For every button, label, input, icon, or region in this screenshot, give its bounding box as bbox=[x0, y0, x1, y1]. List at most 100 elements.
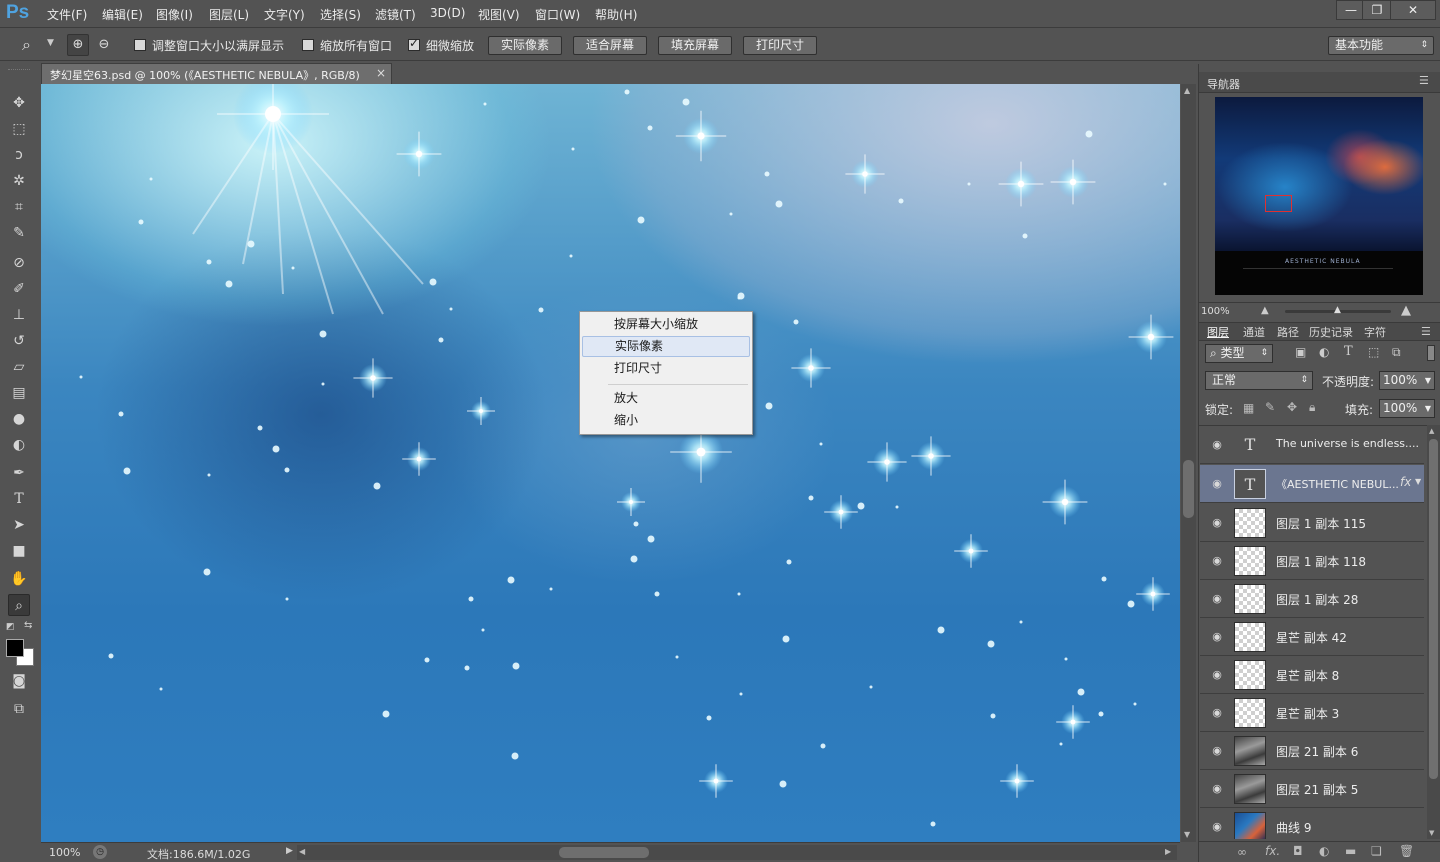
context-item-zoom-out[interactable]: 缩小 bbox=[582, 410, 750, 431]
filter-adjustment-icon[interactable]: ◐ bbox=[1319, 345, 1329, 359]
hand-tool-icon[interactable]: ✋ bbox=[8, 568, 30, 590]
resize-windows-checkbox[interactable] bbox=[134, 39, 146, 51]
delete-layer-icon[interactable]: 🗑︎ bbox=[1399, 844, 1414, 858]
filter-type-icon[interactable]: T bbox=[1344, 344, 1353, 359]
eye-icon[interactable]: ◉ bbox=[1210, 438, 1224, 452]
layer-row[interactable]: ◉ T The universe is endless.... bbox=[1200, 426, 1424, 464]
lock-image-icon[interactable]: ✎ bbox=[1265, 400, 1275, 414]
eye-icon[interactable]: ◉ bbox=[1210, 477, 1224, 491]
menu-edit[interactable]: 编辑(E) bbox=[102, 6, 143, 23]
chevron-down-icon[interactable]: ▼ bbox=[1415, 477, 1421, 486]
clone-stamp-tool-icon[interactable]: ⊥ bbox=[8, 304, 30, 326]
crop-tool-icon[interactable]: ⌗ bbox=[8, 196, 30, 218]
lock-transparent-icon[interactable]: ▦ bbox=[1243, 401, 1254, 415]
layer-row[interactable]: ◉ 图层 1 副本 115 bbox=[1200, 504, 1424, 542]
filter-shape-icon[interactable]: ⬚ bbox=[1368, 345, 1379, 359]
screen-mode-icon[interactable]: ⧉ bbox=[8, 698, 30, 720]
layer-filter-select[interactable]: ⌕ 类型 ⇕ bbox=[1205, 344, 1273, 363]
eye-icon[interactable]: ◉ bbox=[1210, 744, 1224, 758]
blur-tool-icon[interactable]: ● bbox=[8, 408, 30, 430]
menu-image[interactable]: 图像(I) bbox=[156, 6, 193, 23]
print-size-button[interactable]: 打印尺寸 bbox=[743, 36, 817, 55]
layer-row[interactable]: ◉ 图层 21 副本 5 bbox=[1200, 770, 1424, 808]
scroll-down-icon[interactable]: ▼ bbox=[1429, 829, 1434, 837]
fill-screen-button[interactable]: 填充屏幕 bbox=[658, 36, 732, 55]
zoom-all-windows-checkbox[interactable] bbox=[302, 39, 314, 51]
context-item-zoom-in[interactable]: 放大 bbox=[582, 388, 750, 409]
chevron-down-icon[interactable]: ▼ bbox=[47, 38, 54, 48]
actual-pixels-button[interactable]: 实际像素 bbox=[488, 36, 562, 55]
eye-icon[interactable]: ◉ bbox=[1210, 706, 1224, 720]
opacity-input[interactable]: 100% ▼ bbox=[1379, 371, 1435, 390]
status-info-icon[interactable]: ◷ bbox=[93, 845, 107, 859]
path-selection-tool-icon[interactable]: ➤ bbox=[8, 514, 30, 536]
layer-row-selected[interactable]: ◉ T 《AESTHETIC NEBUL... fx ▼ bbox=[1200, 465, 1424, 503]
swap-colors-icon[interactable]: ⇆ bbox=[24, 620, 32, 631]
move-tool-icon[interactable]: ✥ bbox=[8, 92, 30, 114]
layer-row[interactable]: ◉ 星芒 副本 42 bbox=[1200, 618, 1424, 656]
status-menu-arrow-icon[interactable]: ▶ bbox=[286, 846, 293, 856]
lock-all-icon[interactable]: 🔒︎ bbox=[1309, 400, 1315, 415]
menu-window[interactable]: 窗口(W) bbox=[535, 6, 580, 23]
tab-character[interactable]: 字符 bbox=[1364, 323, 1386, 342]
menu-3d[interactable]: 3D(D) bbox=[430, 6, 465, 20]
menu-filter[interactable]: 滤镜(T) bbox=[375, 6, 416, 23]
zoom-tool-icon[interactable]: ⌕ bbox=[8, 594, 30, 616]
zoom-in-icon[interactable]: ⊕ bbox=[67, 34, 89, 56]
vertical-scroll-thumb[interactable] bbox=[1183, 460, 1194, 518]
eraser-tool-icon[interactable]: ▱ bbox=[8, 356, 30, 378]
scroll-down-icon[interactable]: ▼ bbox=[1184, 830, 1190, 839]
menu-file[interactable]: 文件(F) bbox=[47, 6, 87, 23]
slider-handle-icon[interactable]: ▲ bbox=[1334, 305, 1341, 315]
filter-pixel-icon[interactable]: ▣ bbox=[1295, 345, 1306, 359]
new-group-icon[interactable]: ▬ bbox=[1345, 844, 1356, 858]
scrubby-zoom-checkbox[interactable] bbox=[408, 36, 420, 51]
add-mask-icon[interactable]: ◘ bbox=[1293, 844, 1303, 858]
default-colors-icon[interactable]: ◩ bbox=[6, 622, 15, 632]
layer-row[interactable]: ◉ 曲线 9 bbox=[1200, 808, 1424, 839]
layer-row[interactable]: ◉ 图层 21 副本 6 bbox=[1200, 732, 1424, 770]
close-tab-icon[interactable]: × bbox=[376, 66, 386, 80]
blend-mode-select[interactable]: 正常 ⇕ bbox=[1205, 371, 1313, 390]
new-adjustment-icon[interactable]: ◐ bbox=[1319, 844, 1329, 858]
chevron-down-icon[interactable]: ▼ bbox=[1425, 400, 1431, 417]
document-canvas[interactable] bbox=[41, 84, 1180, 842]
chevron-down-icon[interactable]: ▼ bbox=[1425, 372, 1431, 389]
add-style-icon[interactable]: fx. bbox=[1265, 844, 1280, 858]
fx-badge[interactable]: fx bbox=[1400, 475, 1411, 489]
tab-channels[interactable]: 通道 bbox=[1243, 323, 1265, 342]
tab-paths[interactable]: 路径 bbox=[1277, 323, 1299, 342]
eyedropper-tool-icon[interactable]: ✎ bbox=[8, 222, 30, 244]
layer-list-scrollbar[interactable]: ▲ ▼ bbox=[1427, 425, 1440, 839]
restore-button[interactable]: ❐ bbox=[1362, 0, 1392, 20]
lock-position-icon[interactable]: ✥ bbox=[1287, 400, 1297, 414]
fit-screen-button[interactable]: 适合屏幕 bbox=[573, 36, 647, 55]
context-item-fit-screen[interactable]: 按屏幕大小缩放 bbox=[582, 314, 750, 335]
menu-help[interactable]: 帮助(H) bbox=[595, 6, 637, 23]
panel-menu-icon[interactable]: ☰ bbox=[1419, 74, 1429, 87]
rectangle-tool-icon[interactable]: ■ bbox=[8, 540, 30, 562]
scroll-up-icon[interactable]: ▲ bbox=[1184, 86, 1190, 95]
navigator-tab[interactable]: 导航器 bbox=[1207, 76, 1240, 92]
menu-select[interactable]: 选择(S) bbox=[320, 6, 361, 23]
pen-tool-icon[interactable]: ✒ bbox=[8, 462, 30, 484]
eye-icon[interactable]: ◉ bbox=[1210, 782, 1224, 796]
horizontal-scrollbar[interactable]: ◀ ▶ bbox=[297, 845, 1177, 860]
history-brush-tool-icon[interactable]: ↺ bbox=[8, 330, 30, 352]
eye-icon[interactable]: ◉ bbox=[1210, 668, 1224, 682]
link-layers-icon[interactable]: ∞ bbox=[1237, 845, 1247, 859]
foreground-color-swatch[interactable] bbox=[6, 639, 24, 657]
gradient-tool-icon[interactable]: ▤ bbox=[8, 382, 30, 404]
navigator-thumbnail[interactable]: AESTHETIC NEBULA bbox=[1215, 97, 1423, 295]
context-item-actual-pixels[interactable]: 实际像素 bbox=[582, 336, 750, 357]
new-layer-icon[interactable]: ❏ bbox=[1371, 844, 1382, 858]
context-item-print-size[interactable]: 打印尺寸 bbox=[582, 358, 750, 379]
layer-row[interactable]: ◉ 图层 1 副本 118 bbox=[1200, 542, 1424, 580]
fill-input[interactable]: 100% ▼ bbox=[1379, 399, 1435, 418]
panel-grip[interactable] bbox=[8, 64, 30, 70]
close-window-button[interactable]: ✕ bbox=[1390, 0, 1436, 20]
magic-wand-tool-icon[interactable]: ✲ bbox=[8, 170, 30, 192]
zoom-out-mountain-icon[interactable]: ▲ bbox=[1261, 305, 1269, 316]
document-tab[interactable]: 梦幻星空63.psd @ 100% (《AESTHETIC NEBULA》, R… bbox=[41, 63, 392, 84]
navigator-zoom-value[interactable]: 100% bbox=[1201, 306, 1230, 317]
